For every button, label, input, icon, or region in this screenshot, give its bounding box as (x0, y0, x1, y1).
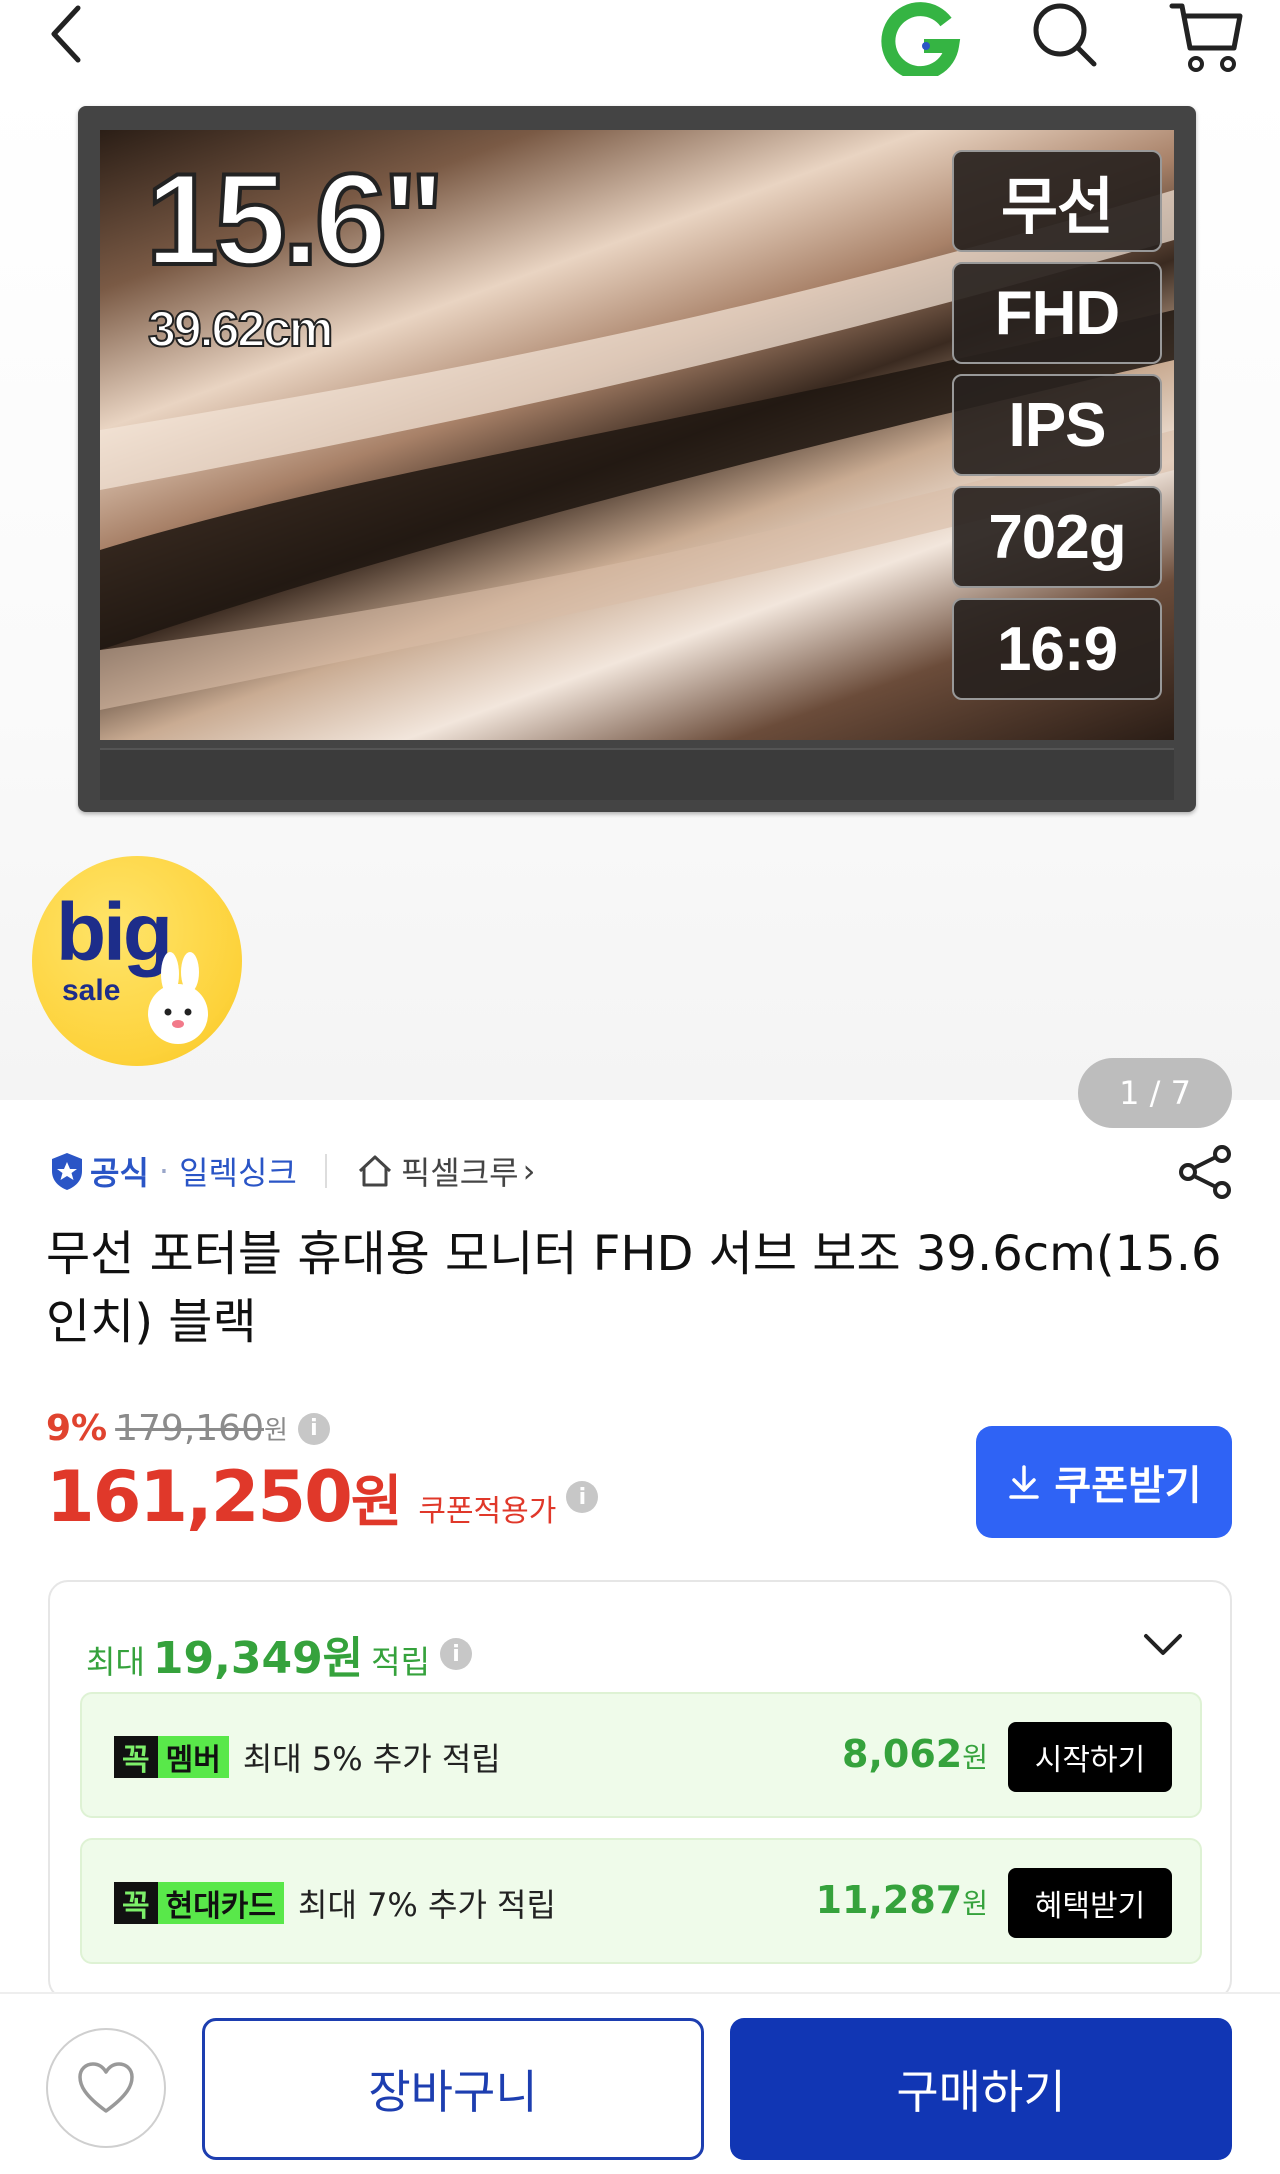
badge-icon: 꼭 (114, 1882, 158, 1924)
points-amount: 19,349원 (152, 1633, 364, 1684)
wishlist-button[interactable] (46, 2028, 166, 2148)
product-title: 무선 포터블 휴대용 모니터 FHD 서브 보조 39.6cm(15.6인치) … (46, 1226, 1222, 1350)
info-icon[interactable]: i (297, 1412, 330, 1445)
sale-price: 161,250 (46, 1456, 353, 1538)
benefit-amount: 8,062원 (842, 1732, 988, 1776)
coupon-download-button[interactable]: 쿠폰받기 (976, 1426, 1232, 1538)
benefit-amount-value: 11,287 (815, 1878, 963, 1922)
benefit-description: 최대 7% 추가 적립 (298, 1886, 556, 1924)
spec-badge: 702g (952, 486, 1162, 588)
points-suffix: 적립 (371, 1643, 431, 1681)
coupon-price-label: 쿠폰적용가 (418, 1494, 557, 1529)
spec-badge: FHD (952, 262, 1162, 364)
points-summary: 최대 19,349원 적립 i (86, 1622, 473, 1686)
size-cm-label: 39.62cm (147, 300, 334, 358)
original-price-unit: 원 (264, 1416, 288, 1446)
benefit-tag: 꼭 멤버 최대 5% 추가 적립 (114, 1736, 501, 1778)
buy-now-button[interactable]: 구매하기 (730, 2018, 1232, 2160)
back-arrow-icon[interactable] (40, 0, 100, 70)
product-image: 15.6" 39.62cm 무선 FHD IPS 702g 16:9 (78, 106, 1196, 812)
benefit-amount-unit: 원 (962, 1741, 988, 1774)
separator-dot: · (158, 1152, 170, 1190)
spec-badge: IPS (952, 374, 1162, 476)
card-benefit-row: 꼭 현대카드 최대 7% 추가 적립 11,287원 혜택받기 (80, 1838, 1202, 1964)
cart-icon[interactable] (1168, 0, 1246, 76)
badge-icon: 꼭 (114, 1736, 158, 1778)
share-icon[interactable] (1176, 1144, 1234, 1200)
badge-text: 멤버 (157, 1736, 229, 1778)
benefit-description: 최대 5% 추가 적립 (242, 1740, 501, 1778)
monitor-screen: 15.6" 39.62cm 무선 FHD IPS 702g 16:9 (100, 130, 1174, 740)
monitor-bezel (100, 748, 1174, 800)
get-benefit-button[interactable]: 혜택받기 (1008, 1868, 1172, 1938)
big-sale-badge: big sale (32, 856, 242, 1066)
benefit-amount: 11,287원 (816, 1878, 988, 1922)
seller-row: 공식 · 일렉싱크 픽셀크루 › (48, 1148, 535, 1194)
info-icon[interactable]: i (566, 1481, 599, 1513)
benefit-tag: 꼭 현대카드 최대 7% 추가 적립 (114, 1882, 556, 1924)
image-counter: 1 / 7 (1078, 1058, 1232, 1128)
heart-icon (78, 2062, 134, 2113)
discount-row: 9% 179,160 원 i (46, 1408, 330, 1449)
membership-benefit-row: 꼭 멤버 최대 5% 추가 적립 8,062원 시작하기 (80, 1692, 1202, 1818)
home-icon (358, 1155, 391, 1187)
official-label: 공식 (90, 1154, 149, 1192)
benefit-amount-value: 8,062 (842, 1732, 963, 1776)
discount-percent: 9% (46, 1408, 108, 1449)
spec-badge: 16:9 (952, 598, 1162, 700)
download-icon (1009, 1465, 1040, 1499)
price-row: 161,250 원 쿠폰적용가 i (46, 1456, 599, 1538)
chevron-down-icon[interactable] (1138, 1620, 1188, 1670)
points-prefix: 최대 (86, 1643, 145, 1681)
product-image-gallery[interactable]: 15.6" 39.62cm 무선 FHD IPS 702g 16:9 big s… (0, 80, 1280, 1128)
original-price: 179,160 (115, 1408, 264, 1449)
search-icon[interactable] (1030, 0, 1100, 72)
brand-link[interactable]: 일렉싱크 (179, 1148, 297, 1194)
coupon-button-label: 쿠폰받기 (1054, 1464, 1202, 1508)
bottom-action-bar: 장바구니 구매하기 (0, 1992, 1280, 2174)
info-icon[interactable]: i (440, 1638, 473, 1670)
start-button[interactable]: 시작하기 (1008, 1722, 1172, 1792)
points-panel: 최대 19,349원 적립 i 꼭 멤버 최대 5% 추가 적립 8,062원 … (48, 1580, 1232, 2000)
official-badge-icon (52, 1153, 82, 1190)
big-sale-sale-text: sale (62, 974, 121, 1007)
size-inch-label: 15.6" (144, 146, 447, 292)
badge-text: 현대카드 (157, 1882, 285, 1924)
spec-badge: 무선 (952, 150, 1162, 252)
g-logo-icon[interactable] (880, 0, 962, 81)
chevron-right-icon: › (522, 1152, 536, 1190)
divider (324, 1154, 327, 1188)
sale-price-unit: 원 (350, 1470, 403, 1535)
add-to-cart-button[interactable]: 장바구니 (202, 2018, 704, 2160)
shop-link[interactable]: 픽셀크루 (401, 1148, 519, 1194)
bunny-icon (148, 952, 208, 1044)
benefit-amount-unit: 원 (962, 1887, 988, 1920)
